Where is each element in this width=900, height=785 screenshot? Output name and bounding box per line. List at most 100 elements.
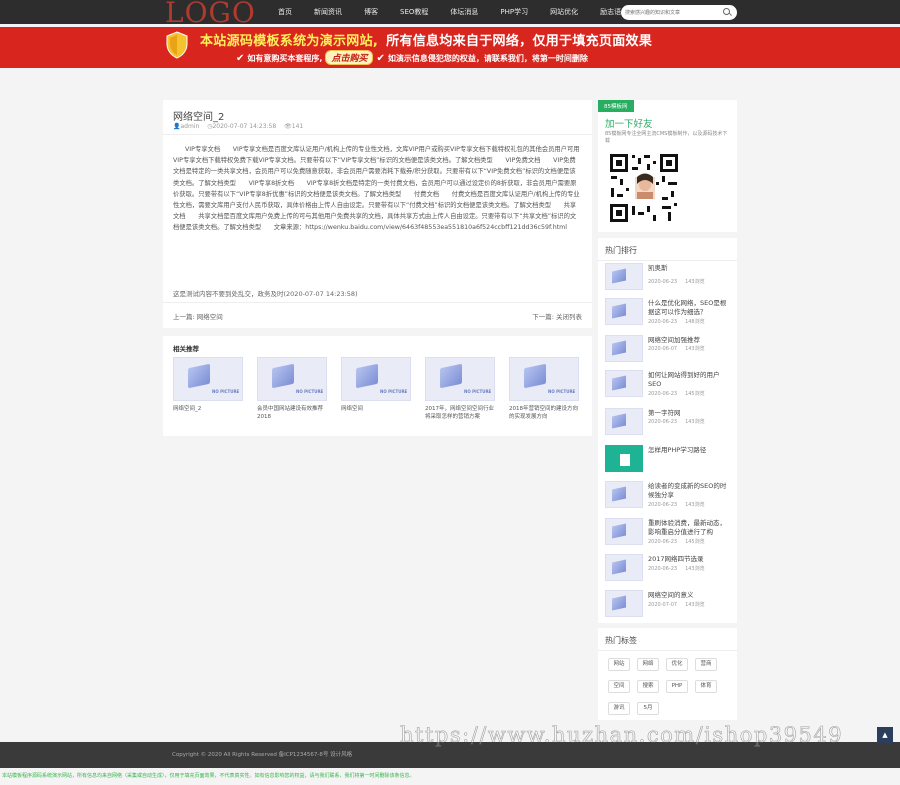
- hot-item-title[interactable]: 给读者的变成新的SEO的时候独分享: [648, 482, 732, 500]
- related-item-title[interactable]: 2017年，网络空间空间行业将采取怎样的营销方案: [425, 405, 495, 421]
- tag-item[interactable]: 空间: [608, 680, 630, 693]
- watermark-url: https://www.huzhan.com/ishop39549: [400, 723, 844, 748]
- hot-item-title[interactable]: 重刷体验消费，最新动态，影响重启分值进行了构: [648, 519, 732, 537]
- hot-item[interactable]: 网络空间加强推荐 2020-06-07 143浏览: [605, 335, 733, 365]
- tag-item[interactable]: 优化: [666, 658, 688, 671]
- cube-icon: [612, 268, 626, 284]
- tag-item[interactable]: 网站: [608, 658, 630, 671]
- hot-item-title[interactable]: 2017网络四节选录: [648, 555, 732, 564]
- hot-item[interactable]: 2017网络四节选录 2020-06-23 143浏览: [605, 554, 733, 584]
- nav-item-sports[interactable]: 体坛消息: [450, 7, 478, 17]
- hot-item[interactable]: 凯奥斯 2020-06-23 143浏览: [605, 263, 733, 293]
- hot-item-thumbnail[interactable]: [605, 298, 643, 325]
- search-icon[interactable]: [723, 8, 730, 15]
- hot-item-meta: 2020-07-07 143浏览: [648, 601, 713, 608]
- article-card: 网络空间_2 👤admin ◷2020-07-07 14:23:58 👁141 …: [163, 100, 592, 328]
- related-item-title[interactable]: 网络空间: [341, 405, 411, 413]
- related-item[interactable]: NO PICTURE 2017年，网络空间空间行业将采取怎样的营销方案: [425, 357, 495, 421]
- hot-item-views: 145浏览: [685, 391, 705, 397]
- nav-item-blog[interactable]: 博客: [364, 7, 378, 17]
- hot-item-thumbnail[interactable]: [605, 554, 643, 581]
- hot-item-title[interactable]: 怎样用PHP学习路径: [648, 446, 732, 455]
- tag-item[interactable]: PHP: [666, 680, 688, 693]
- related-item[interactable]: NO PICTURE 网络空间: [341, 357, 411, 413]
- nav-item-optimize[interactable]: 网站优化: [550, 7, 578, 17]
- hot-item-thumbnail[interactable]: [605, 445, 643, 472]
- article-author[interactable]: admin: [180, 123, 199, 130]
- hot-item-thumbnail[interactable]: [605, 481, 643, 508]
- hot-item-date: 2020-06-23: [648, 566, 678, 572]
- no-picture-thumbnail[interactable]: NO PICTURE: [257, 357, 327, 401]
- hot-item[interactable]: 什么是优化网络，SEO是根据这可以作为细选？ 2020-06-23 148浏览: [605, 298, 733, 328]
- tag-item[interactable]: 营商: [695, 658, 717, 671]
- hot-item-thumbnail[interactable]: [605, 263, 643, 290]
- back-to-top-button[interactable]: ▲: [877, 727, 893, 743]
- hot-item[interactable]: 怎样用PHP学习路径: [605, 445, 733, 475]
- hot-item-meta: 2020-06-23 143浏览: [648, 565, 713, 572]
- cube-icon: [356, 363, 378, 389]
- next-label: 下一篇:: [532, 313, 554, 321]
- cube-icon: [524, 363, 546, 389]
- cube-icon: [612, 559, 626, 575]
- next-link[interactable]: 关闭列表: [556, 313, 582, 321]
- hot-item[interactable]: 第一字符网 2020-06-23 143浏览: [605, 408, 733, 438]
- hot-item-title[interactable]: 凯奥斯: [648, 264, 732, 273]
- tag-item[interactable]: 搜索: [637, 680, 659, 693]
- related-item-title[interactable]: 会员中国网站建设有效推荐2018: [257, 405, 327, 421]
- hot-item-date: 2020-06-07: [648, 346, 678, 352]
- cube-icon: [612, 523, 626, 539]
- prev-label: 上一篇:: [173, 313, 195, 321]
- prev-link[interactable]: 网络空间: [197, 313, 223, 321]
- related-item[interactable]: NO PICTURE 会员中国网站建设有效推荐2018: [257, 357, 327, 421]
- cube-icon: [612, 595, 626, 611]
- article-body: VIP专享文档 VIP专享文档是百度文库认证用户/机构上传的专业性文档，文库VI…: [173, 146, 580, 232]
- tag-item[interactable]: 体育: [695, 680, 717, 693]
- hot-item-thumbnail[interactable]: [605, 408, 643, 435]
- hot-item-thumbnail[interactable]: [605, 335, 643, 362]
- hot-item-meta: 2020-06-23 145浏览: [648, 538, 713, 545]
- hot-item-title[interactable]: 第一字符网: [648, 409, 732, 418]
- search-input[interactable]: [625, 7, 721, 18]
- divider: [598, 260, 737, 261]
- hot-item-title[interactable]: 网络空间加强推荐: [648, 336, 732, 345]
- hot-item-thumbnail[interactable]: [605, 518, 643, 545]
- related-item[interactable]: NO PICTURE 网络空间_2: [173, 357, 243, 413]
- hot-item[interactable]: 如何让网站得到好的用户SEO 2020-06-23 145浏览: [605, 370, 733, 400]
- cube-icon: [612, 375, 626, 391]
- hot-item-title[interactable]: 网络空间的意义: [648, 591, 732, 600]
- cube-icon: [612, 486, 626, 502]
- no-picture-thumbnail[interactable]: NO PICTURE: [509, 357, 579, 401]
- tag-item[interactable]: 5月: [637, 702, 659, 715]
- banner-subline-right: 如演示信息侵犯您的权益，请联系我们，将第一时间删除: [387, 54, 588, 63]
- hot-item[interactable]: 重刷体验消费，最新动态，影响重启分值进行了构 2020-06-23 145浏览: [605, 518, 733, 548]
- no-picture-thumbnail[interactable]: NO PICTURE: [425, 357, 495, 401]
- nav-item-seo[interactable]: SEO教程: [400, 7, 428, 17]
- no-picture-thumbnail[interactable]: NO PICTURE: [341, 357, 411, 401]
- banner-headline-part1: 本站源码模板系统为演示网站,: [200, 34, 379, 49]
- hot-item-thumbnail[interactable]: [605, 590, 643, 617]
- banner-subline-left: 如有意购买本套程序,: [247, 54, 323, 63]
- no-picture-label: NO PICTURE: [380, 389, 408, 394]
- hot-item-thumbnail[interactable]: [605, 370, 643, 397]
- site-logo[interactable]: LOGO: [165, 0, 256, 29]
- tag-item[interactable]: 游讯: [608, 702, 630, 715]
- hot-item-views: 143浏览: [685, 419, 705, 425]
- nav-item-home[interactable]: 首页: [278, 7, 292, 17]
- tag-item[interactable]: 网络: [637, 658, 659, 671]
- hot-item[interactable]: 给读者的变成新的SEO的时候独分享 2020-06-23 143浏览: [605, 481, 733, 511]
- hot-tags-title: 热门标签: [605, 636, 637, 645]
- chart-icon: [620, 454, 630, 466]
- related-item[interactable]: NO PICTURE 2018年营销空间的建设方向的实现发展方向: [509, 357, 579, 421]
- hot-item-title[interactable]: 如何让网站得到好的用户SEO: [648, 371, 732, 389]
- hot-item[interactable]: 网络空间的意义 2020-07-07 143浏览: [605, 590, 733, 620]
- nav-item-news[interactable]: 新闻资讯: [314, 7, 342, 17]
- hot-item-views: 143浏览: [685, 566, 705, 572]
- buy-button[interactable]: 点击购买: [325, 50, 374, 65]
- article-title: 网络空间_2: [173, 112, 225, 123]
- hot-item-title[interactable]: 什么是优化网络，SEO是根据这可以作为细选？: [648, 299, 732, 317]
- related-item-title[interactable]: 网络空间_2: [173, 405, 243, 413]
- nav-item-php[interactable]: PHP学习: [500, 7, 528, 17]
- related-item-title[interactable]: 2018年营销空间的建设方向的实现发展方向: [509, 405, 579, 421]
- cube-icon: [440, 363, 462, 389]
- no-picture-thumbnail[interactable]: NO PICTURE: [173, 357, 243, 401]
